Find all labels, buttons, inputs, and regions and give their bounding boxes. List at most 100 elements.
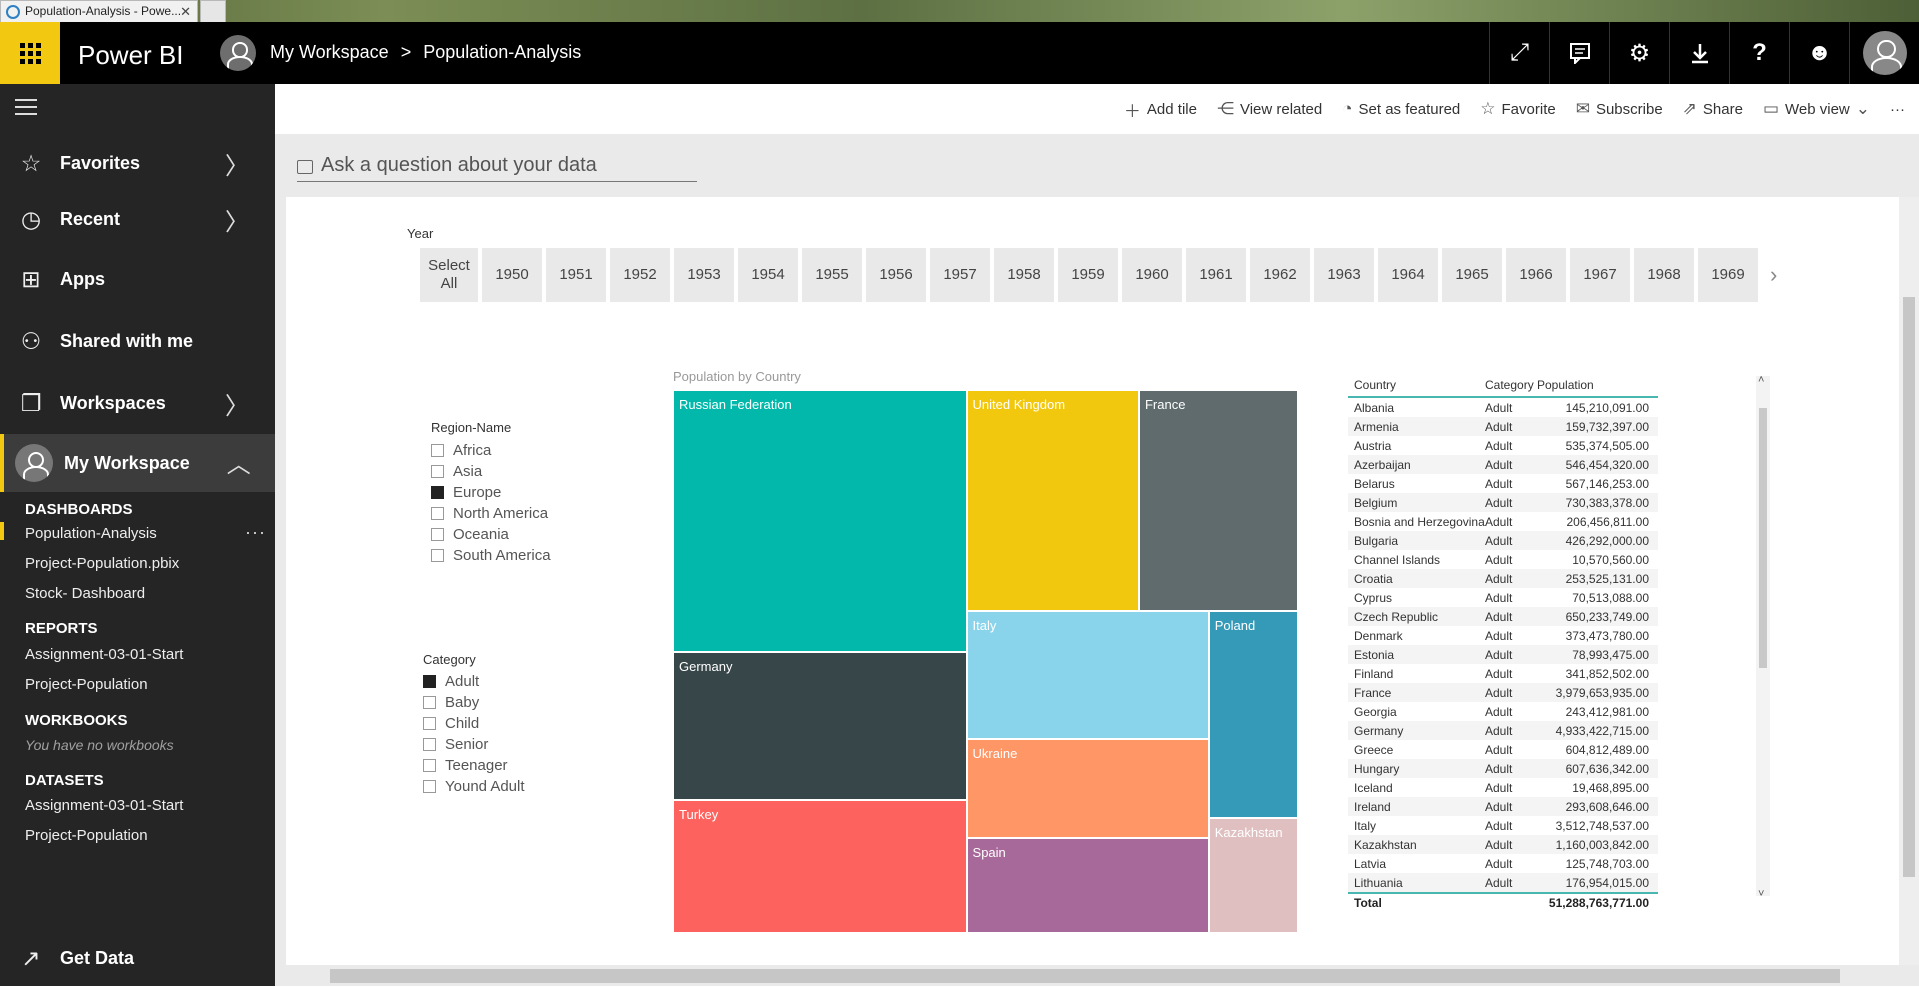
table-scrollbar[interactable]: ˄ ˅ (1756, 374, 1770, 900)
treemap-tile[interactable]: United Kingdom (966, 390, 1139, 611)
table-row[interactable]: Iceland Adult 19,468,895.00 (1348, 778, 1658, 797)
table-row[interactable]: Estonia Adult 78,993,475.00 (1348, 645, 1658, 664)
checkbox[interactable] (431, 548, 444, 562)
table-row[interactable]: Croatia Adult 253,525,131.00 (1348, 569, 1658, 588)
year-button[interactable]: 1968 (1634, 248, 1694, 302)
smiley-icon[interactable]: ☻ (1789, 22, 1849, 84)
help-icon[interactable]: ? (1729, 22, 1789, 84)
hamburger-menu-icon[interactable] (15, 99, 37, 120)
year-button[interactable]: 1954 (738, 248, 798, 302)
treemap-tile[interactable]: Russian Federation (673, 390, 967, 653)
scroll-thumb[interactable] (1903, 297, 1915, 877)
table-row[interactable]: Channel Islands Adult 10,570,560.00 (1348, 550, 1658, 569)
table-row[interactable]: Latvia Adult 125,748,703.00 (1348, 854, 1658, 873)
table-row[interactable]: France Adult 3,979,653,935.00 (1348, 683, 1658, 702)
table-row[interactable]: Azerbaijan Adult 546,454,320.00 (1348, 455, 1658, 474)
table-row[interactable]: Germany Adult 4,933,422,715.00 (1348, 721, 1658, 740)
table-row[interactable]: Lithuania Adult 176,954,015.00 (1348, 873, 1658, 892)
treemap-tile[interactable]: Italy (966, 610, 1209, 739)
category-item[interactable]: Senior (423, 735, 525, 753)
column-header-population[interactable]: Population (1537, 378, 1649, 392)
user-avatar-icon[interactable] (1849, 22, 1919, 84)
share-button[interactable]: ⇗ Share (1683, 99, 1743, 119)
region-item[interactable]: North America (431, 504, 551, 522)
checkbox[interactable] (423, 779, 436, 793)
add-tile-button[interactable]: ＋ Add tile (1124, 97, 1197, 122)
category-item[interactable]: Teenager (423, 756, 525, 774)
checkbox[interactable] (431, 485, 444, 499)
report-item[interactable]: Project-Population (25, 676, 148, 693)
dashboard-item[interactable]: Project-Population.pbix (25, 555, 179, 572)
table-row[interactable]: Armenia Adult 159,732,397.00 (1348, 417, 1658, 436)
table-row[interactable]: Belgium Adult 730,383,378.00 (1348, 493, 1658, 512)
checkbox[interactable] (423, 758, 436, 772)
category-item[interactable]: Child (423, 714, 525, 732)
treemap-tile[interactable]: Turkey (673, 799, 967, 933)
table-row[interactable]: Cyprus Adult 70,513,088.00 (1348, 588, 1658, 607)
category-item[interactable]: Yound Adult (423, 777, 525, 795)
table-row[interactable]: Finland Adult 341,852,502.00 (1348, 664, 1658, 683)
dashboard-item[interactable]: Stock- Dashboard (25, 585, 145, 602)
column-header-category[interactable]: Category (1485, 378, 1537, 392)
table-row[interactable]: Belarus Adult 567,146,253.00 (1348, 474, 1658, 493)
year-button[interactable]: 1958 (994, 248, 1054, 302)
chevron-right-icon[interactable]: › (1770, 262, 1777, 288)
year-button[interactable]: 1957 (930, 248, 990, 302)
table-row[interactable]: Bosnia and Herzegovina Adult 206,456,811.0… (1348, 512, 1658, 531)
region-item[interactable]: Asia (431, 462, 551, 480)
year-button[interactable]: 1963 (1314, 248, 1374, 302)
nav-recent[interactable]: ◷ Recent 〉 (0, 190, 275, 248)
year-button[interactable]: 1956 (866, 248, 926, 302)
table-row[interactable]: Austria Adult 535,374,505.00 (1348, 436, 1658, 455)
vertical-scrollbar[interactable] (1899, 197, 1919, 965)
new-tab-button[interactable] (200, 0, 226, 22)
app-launcher-button[interactable] (0, 22, 60, 84)
gear-icon[interactable]: ⚙ (1609, 22, 1669, 84)
checkbox[interactable] (431, 506, 444, 520)
treemap-tile[interactable]: Ukraine (966, 738, 1209, 838)
checkbox[interactable] (423, 716, 436, 730)
scroll-thumb[interactable] (330, 969, 1840, 983)
checkbox[interactable] (423, 737, 436, 751)
year-button[interactable]: 1964 (1378, 248, 1438, 302)
region-item[interactable]: Europe (431, 483, 551, 501)
nav-workspaces[interactable]: ❐ Workspaces 〉 (0, 374, 275, 432)
chevron-down-icon[interactable]: ˅ (1758, 888, 1764, 900)
comment-icon[interactable] (1549, 22, 1609, 84)
table-row[interactable]: Hungary Adult 607,636,342.00 (1348, 759, 1658, 778)
region-item[interactable]: South America (431, 546, 551, 564)
year-button[interactable]: 1966 (1506, 248, 1566, 302)
year-button[interactable]: 1962 (1250, 248, 1310, 302)
table-row[interactable]: Italy Adult 3,512,748,537.00 (1348, 816, 1658, 835)
checkbox[interactable] (431, 527, 444, 541)
table-row[interactable]: Georgia Adult 243,412,981.00 (1348, 702, 1658, 721)
treemap-tile[interactable]: France (1138, 390, 1298, 611)
table-row[interactable]: Albania Adult 145,210,091.00 (1348, 398, 1658, 417)
chevron-up-icon[interactable]: ˄ (1758, 374, 1764, 386)
table-row[interactable]: Czech Republic Adult 650,233,749.00 (1348, 607, 1658, 626)
expand-icon[interactable]: ⤢ (1489, 22, 1549, 84)
close-tab-icon[interactable]: ✕ (180, 1, 191, 22)
category-item[interactable]: Adult (423, 672, 525, 690)
download-icon[interactable] (1669, 22, 1729, 84)
scroll-thumb[interactable] (1759, 408, 1767, 668)
qa-input[interactable]: Ask a question about your data (297, 154, 697, 182)
checkbox[interactable] (431, 464, 444, 478)
nav-my-workspace[interactable]: My Workspace 〉 (0, 434, 275, 492)
dashboard-item[interactable]: Population-Analysis (25, 525, 157, 542)
year-button[interactable]: 1950 (482, 248, 542, 302)
nav-apps[interactable]: ⊞ Apps (0, 250, 275, 308)
report-item[interactable]: Assignment-03-01-Start (25, 646, 183, 663)
treemap-tile[interactable]: Germany (673, 652, 967, 800)
table-row[interactable]: Kazakhstan Adult 1,160,003,842.00 (1348, 835, 1658, 854)
year-button[interactable]: 1959 (1058, 248, 1118, 302)
table-row[interactable]: Bulgaria Adult 426,292,000.00 (1348, 531, 1658, 550)
more-commands-button[interactable]: ··· (1890, 101, 1905, 118)
checkbox[interactable] (423, 695, 436, 709)
nav-favorites[interactable]: ☆ Favorites 〉 (0, 134, 275, 192)
year-button[interactable]: 1965 (1442, 248, 1502, 302)
column-header-country[interactable]: Country (1348, 378, 1485, 392)
breadcrumb-workspace[interactable]: My Workspace (270, 42, 389, 63)
treemap-tile[interactable]: Poland (1208, 610, 1298, 819)
dataset-item[interactable]: Project-Population (25, 827, 148, 844)
